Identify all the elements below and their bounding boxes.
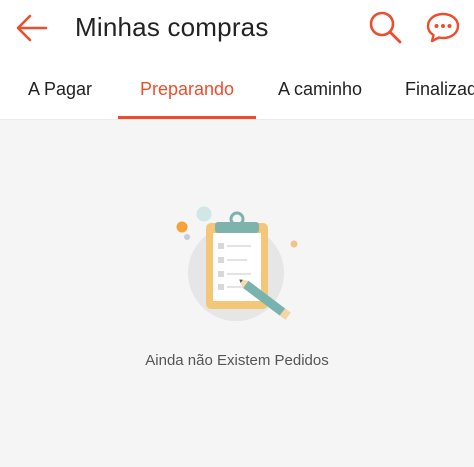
page-title: Minhas compras [75, 12, 269, 42]
empty-orders-panel: Ainda não Existem Pedidos [0, 120, 474, 467]
empty-state-message: Ainda não Existem Pedidos [145, 352, 329, 369]
search-icon [369, 11, 402, 44]
back-button[interactable] [10, 8, 54, 48]
tab-finalizado[interactable]: Finalizado [398, 60, 474, 119]
clipboard-pencil-icon [176, 206, 298, 321]
tab-a-pagar[interactable]: A Pagar [14, 60, 106, 119]
chat-bubble-icon [426, 12, 460, 43]
search-button[interactable] [364, 6, 406, 48]
app-header: Minhas compras [0, 0, 474, 60]
tab-a-caminho[interactable]: A caminho [266, 60, 374, 119]
arrow-left-icon [16, 14, 48, 42]
chat-button[interactable] [421, 6, 465, 48]
tab-preparando[interactable]: Preparando [118, 60, 256, 119]
order-status-tabs: A Pagar Preparando A caminho Finalizado [0, 60, 474, 120]
